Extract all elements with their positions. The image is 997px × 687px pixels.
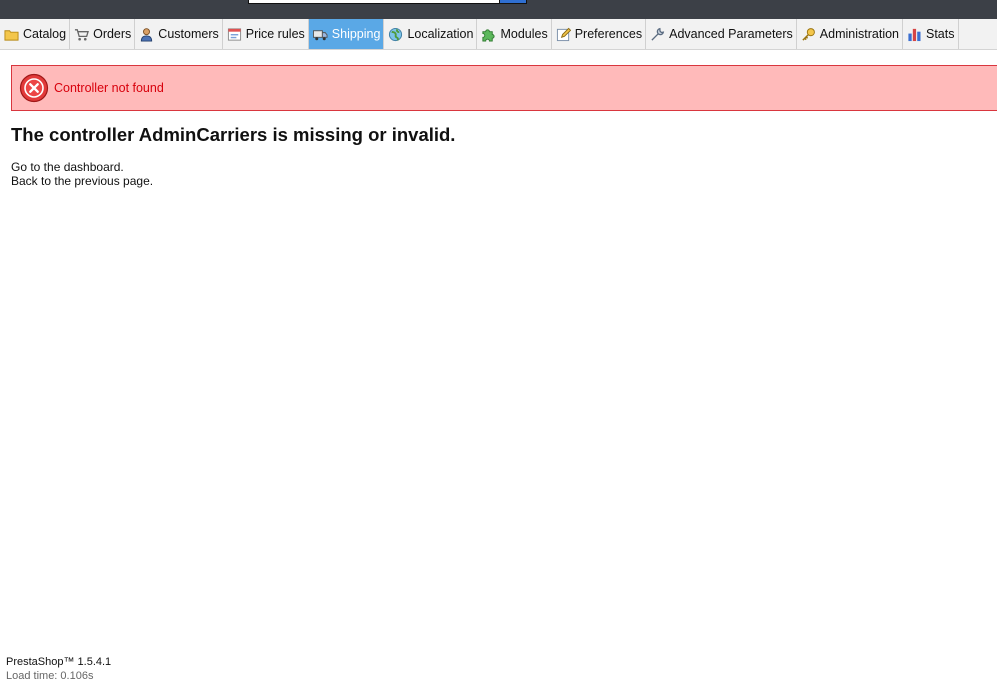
tab-administration[interactable]: Administration	[797, 19, 903, 49]
tab-orders[interactable]: Orders	[70, 19, 136, 49]
search-button[interactable]	[499, 0, 527, 4]
dashboard-link[interactable]: Go to the dashboard.	[11, 160, 153, 174]
back-link[interactable]: Back to the previous page.	[11, 174, 153, 188]
search-input[interactable]	[248, 0, 500, 4]
folder-icon	[4, 29, 19, 41]
tab-advanced-parameters[interactable]: Advanced Parameters	[646, 19, 797, 49]
top-header-bar	[0, 0, 997, 19]
key-icon	[802, 27, 815, 41]
price-tag-icon	[227, 27, 241, 41]
wrench-icon	[651, 27, 665, 41]
tab-customers[interactable]: Customers	[135, 19, 223, 49]
error-icon	[19, 73, 49, 103]
user-icon	[141, 27, 153, 42]
error-links: Go to the dashboard. Back to the previou…	[11, 160, 153, 188]
truck-icon	[312, 29, 328, 40]
tab-localization[interactable]: Localization	[384, 19, 478, 49]
tab-preferences[interactable]: Preferences	[552, 19, 647, 49]
error-alert: Controller not found	[11, 65, 997, 111]
edit-icon	[556, 27, 571, 41]
cart-icon	[75, 28, 90, 40]
tab-catalog[interactable]: Catalog	[0, 19, 71, 49]
tab-shipping[interactable]: Shipping	[308, 19, 385, 49]
tab-stats[interactable]: Stats	[903, 19, 959, 49]
globe-icon	[389, 27, 403, 41]
page-heading: The controller AdminCarriers is missing …	[11, 124, 456, 145]
puzzle-icon	[482, 28, 496, 42]
tab-modules[interactable]: Modules	[477, 19, 552, 49]
footer: PrestaShop™ 1.5.4.1 Load time: 0.106s	[6, 655, 111, 683]
load-time-text: Load time: 0.106s	[6, 670, 94, 682]
version-text: PrestaShop™ 1.5.4.1	[6, 656, 112, 668]
main-menu-tabs: Catalog Orders Customers Price rules Shi…	[0, 19, 997, 50]
error-message: Controller not found	[54, 81, 164, 95]
bar-chart-icon	[908, 28, 921, 41]
tab-price-rules[interactable]: Price rules	[223, 19, 309, 49]
